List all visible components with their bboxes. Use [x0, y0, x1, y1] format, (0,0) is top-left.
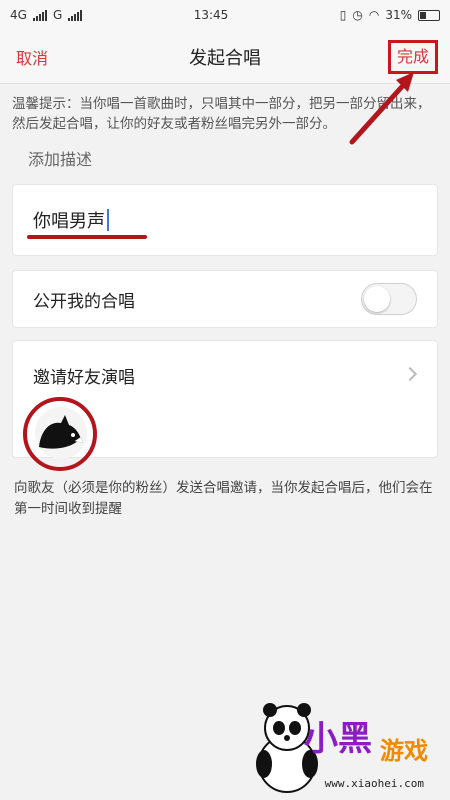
annotation-underline [27, 235, 147, 239]
description-value: 你唱男声 [33, 211, 105, 232]
clock: 13:45 [193, 8, 229, 22]
done-button[interactable]: 完成 [387, 39, 438, 74]
alarm-icon: ◷ [352, 8, 363, 22]
signal-icon [32, 9, 47, 21]
watermark: 小黑 游戏 www.xiaohei.com [252, 684, 442, 794]
battery-icon [418, 9, 440, 21]
navbar: 取消 发起合唱 完成 [0, 30, 450, 84]
watermark-url: www.xiaohei.com [324, 777, 424, 790]
description-label: 添加描述 [28, 150, 93, 169]
vibrate-icon: ▯ [339, 8, 347, 22]
hint-text: 温馨提示：当你唱一首歌曲时，只唱其中一部分，把另一部分留出来，然后发起合唱，让你… [12, 96, 431, 132]
status-bar: 4G G 13:45 ▯ ◷ ◠ 31% [0, 0, 450, 30]
status-right: ▯ ◷ ◠ 31% [340, 8, 440, 22]
cat-avatar-icon [35, 407, 87, 459]
network-label-2: G [52, 8, 63, 22]
cancel-button[interactable]: 取消 [16, 45, 48, 69]
text-caret [107, 209, 109, 231]
public-toggle-label: 公开我的合唱 [33, 291, 135, 312]
avatar[interactable] [35, 407, 87, 459]
watermark-brand-1: 小黑 [304, 719, 372, 759]
public-toggle-row: 公开我的合唱 [12, 270, 438, 328]
chevron-right-icon [402, 366, 418, 382]
battery-percent: 31% [385, 8, 412, 22]
signal-icon-2 [68, 9, 83, 21]
invite-friends-row[interactable]: 邀请好友演唱 [12, 340, 438, 471]
page-title: 发起合唱 [189, 47, 261, 69]
watermark-brand-2: 游戏 [380, 737, 428, 765]
invite-label: 邀请好友演唱 [33, 368, 135, 388]
network-label-1: 4G [10, 8, 27, 22]
toggle-knob [364, 286, 390, 312]
status-left: 4G G [10, 8, 83, 22]
public-toggle-switch[interactable] [361, 283, 417, 315]
wifi-icon: ◠ [368, 8, 380, 22]
description-input[interactable]: 你唱男声 [33, 207, 109, 233]
description-field[interactable]: 你唱男声 [12, 184, 438, 256]
